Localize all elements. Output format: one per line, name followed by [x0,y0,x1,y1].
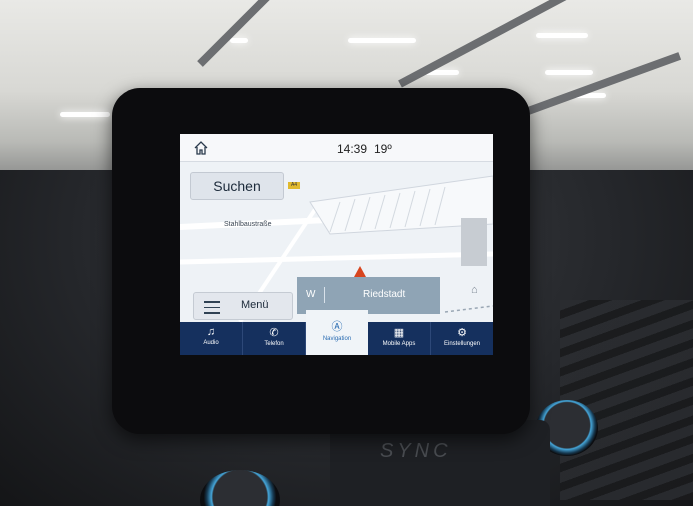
nav-label: Mobile Apps [382,341,416,347]
hamburger-icon [204,301,220,318]
bottom-navigation: ♫ Audio ✆ Telefon Ⓐ Navigation ▦ Mobile … [180,310,493,355]
sync-logo: SYNC [380,440,452,462]
settings-icon: ⚙ [457,327,467,339]
street-label: Stahlbaustraße [224,221,272,228]
nav-einstellungen[interactable]: ⚙ Einstellungen [431,322,493,355]
map-view-icon[interactable]: ⌂ [471,284,478,296]
nav-telefon[interactable]: ✆ Telefon [243,322,306,355]
ceiling-light [230,38,248,43]
nav-label: Audio [203,340,219,346]
phone-icon: ✆ [269,327,279,339]
ceiling-light [60,112,110,117]
nav-audio[interactable]: ♫ Audio [180,322,243,355]
status-bar: 14:39 19º [180,134,493,162]
ceiling-light [536,33,588,38]
road-badge: A4 [288,182,300,189]
apps-grid-icon: ▦ [393,327,405,339]
ceiling-beam [518,52,682,118]
music-note-icon: ♫ [206,326,216,338]
nav-label: Einstellungen [443,341,481,347]
destination-bar[interactable]: W Riedstadt [297,277,440,314]
destination-direction: W [306,289,316,300]
clock: 14:39 [337,142,368,156]
navigation-icon: Ⓐ [331,321,343,333]
navigation-map[interactable]: Suchen A4 Stahlbaustraße W Riedstadt ⌂ M… [180,162,493,322]
nav-navigation[interactable]: Ⓐ Navigation [306,310,368,355]
divider [324,287,325,303]
infotainment-screen: 14:39 19º Suchen A4 Stahlbaustraße W Rie… [180,134,493,355]
destination-name: Riedstadt [363,289,406,300]
search-button[interactable]: Suchen [190,172,284,200]
home-icon[interactable] [192,139,210,157]
ceiling-beam [197,0,302,67]
outside-temperature: 19º [374,142,392,156]
ceiling-light [545,70,593,75]
menu-button[interactable]: Menü [193,292,293,320]
nav-label: Telefon [264,341,284,347]
air-vent [560,300,693,500]
zoom-controls[interactable] [461,218,487,266]
nav-label: Navigation [322,336,352,342]
menu-label: Menü [241,299,269,311]
car-interior-photo: SYNC 14:39 19º Suchen A4 Stahlbaustraße … [0,0,693,506]
nav-mobile-apps[interactable]: ▦ Mobile Apps [368,322,431,355]
ceiling-light [348,38,416,43]
vehicle-position-arrow-icon [354,266,366,277]
